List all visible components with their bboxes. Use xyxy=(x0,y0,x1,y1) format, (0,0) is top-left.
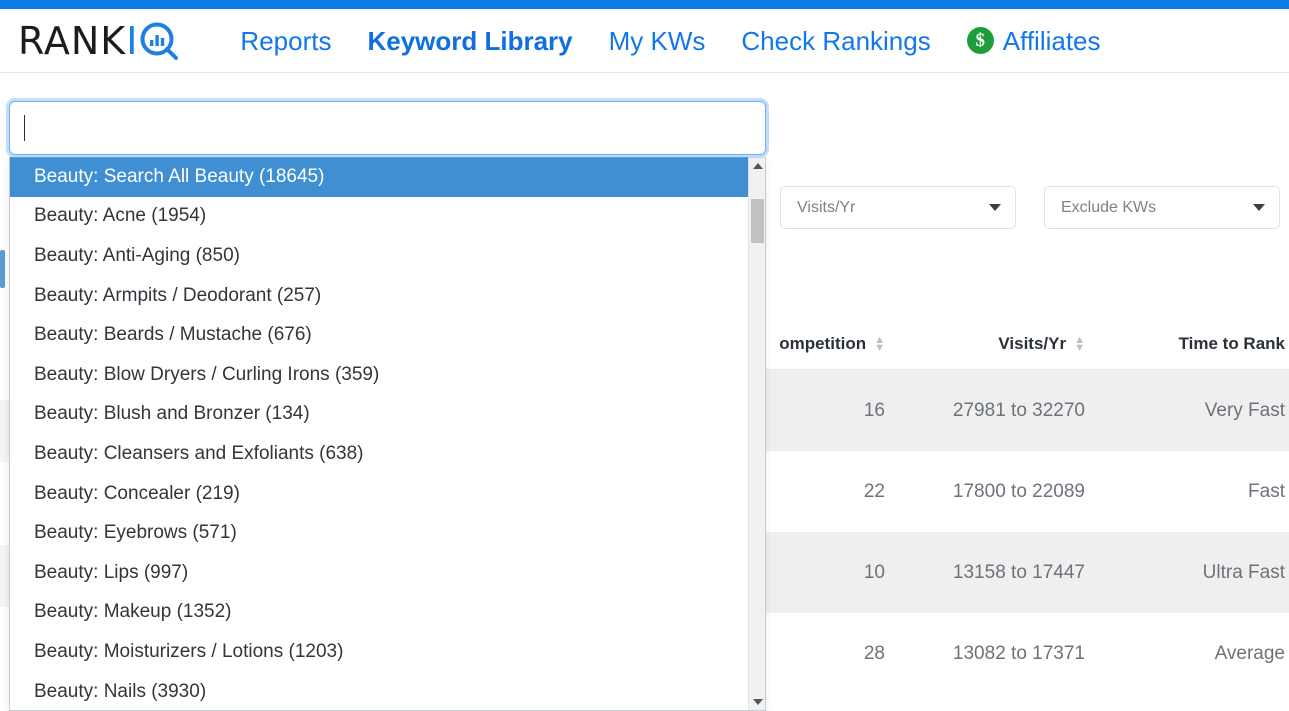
text-cursor xyxy=(24,115,25,141)
cell-time-to-rank: Ultra Fast xyxy=(1202,561,1285,583)
cell-visits: 13082 to 17371 xyxy=(952,642,1085,664)
top-accent-bar xyxy=(0,0,1289,9)
nav-item-my-kws[interactable]: My KWs xyxy=(609,28,706,54)
dropdown-item[interactable]: Beauty: Armpits / Deodorant (257) xyxy=(10,276,748,316)
logo-i-letter: I xyxy=(126,18,139,63)
table-row[interactable]: 28 13082 to 17371 Average xyxy=(695,613,1289,694)
cell-visits: 17800 to 22089 xyxy=(952,480,1085,502)
cell-time-to-rank: Fast xyxy=(1248,480,1285,502)
dropdown-item[interactable]: Beauty: Concealer (219) xyxy=(10,474,748,514)
cell-visits: 27981 to 32270 xyxy=(952,399,1085,421)
logo-q-magnifier-icon xyxy=(139,21,179,61)
nav-item-check-rankings[interactable]: Check Rankings xyxy=(741,28,930,54)
dropdown-item[interactable]: Beauty: Blush and Bronzer (134) xyxy=(10,395,748,435)
app-root: RANK I Reports Keyword Library My KWs Ch… xyxy=(0,0,1289,711)
category-dropdown-list[interactable]: Beauty: Search All Beauty (18645) Beauty… xyxy=(9,157,766,711)
cell-visits: 13158 to 17447 xyxy=(952,561,1085,583)
dropdown-item[interactable]: Beauty: Cleansers and Exfoliants (638) xyxy=(10,434,748,474)
dropdown-item[interactable]: Beauty: Blow Dryers / Curling Irons (359… xyxy=(10,355,748,395)
column-header-visits-label: Visits/Yr xyxy=(998,333,1067,353)
sort-toggle-icon[interactable]: ▲ ▼ xyxy=(874,334,885,353)
dropdown-item[interactable]: Beauty: Lips (997) xyxy=(10,553,748,593)
logo-rank-text: RANK xyxy=(18,18,127,63)
main-navbar: RANK I Reports Keyword Library My KWs Ch… xyxy=(0,9,1289,73)
scroll-down-arrow-icon[interactable] xyxy=(749,693,765,710)
dropdown-scrollbar[interactable] xyxy=(748,157,765,710)
chevron-down-icon xyxy=(1253,204,1265,211)
dropdown-item[interactable]: Beauty: Eyebrows (571) xyxy=(10,513,748,553)
dropdown-items: Beauty: Search All Beauty (18645) Beauty… xyxy=(10,157,748,710)
filter-visits-label: Visits/Yr xyxy=(797,198,856,216)
nav-item-keyword-library[interactable]: Keyword Library xyxy=(367,28,572,54)
keyword-category-search-box[interactable] xyxy=(9,101,766,155)
dropdown-item[interactable]: Beauty: Search All Beauty (18645) xyxy=(10,157,748,197)
keyword-results-table: ompetition ▲ ▼ Visits/Yr ▲ ▼ Time to Rank … xyxy=(695,318,1289,694)
table-row[interactable]: 16 27981 to 32270 Very Fast xyxy=(695,370,1289,451)
cell-time-to-rank: Average xyxy=(1214,642,1285,664)
background-accent-bar xyxy=(0,250,5,288)
chevron-down-icon xyxy=(989,204,1001,211)
column-header-time-to-rank[interactable]: Time to Rank xyxy=(1085,334,1289,354)
filter-exclude-kws[interactable]: Exclude KWs xyxy=(1044,186,1280,229)
dollar-circle-icon: $ xyxy=(966,27,994,54)
nav-item-affiliates-label[interactable]: Affiliates xyxy=(1003,28,1101,54)
rankiq-logo[interactable]: RANK I xyxy=(18,18,179,64)
table-row[interactable]: 10 13158 to 17447 Ultra Fast xyxy=(695,532,1289,613)
column-header-competition-label: ompetition xyxy=(779,333,867,353)
nav-item-reports[interactable]: Reports xyxy=(240,28,331,54)
nav-item-affiliates[interactable]: $ Affiliates xyxy=(966,27,1101,54)
dropdown-item[interactable]: Beauty: Moisturizers / Lotions (1203) xyxy=(10,632,748,672)
filter-controls: Visits/Yr Exclude KWs xyxy=(780,186,1289,229)
scrollbar-thumb[interactable] xyxy=(751,199,764,243)
cell-time-to-rank: Very Fast xyxy=(1204,399,1285,421)
dropdown-item[interactable]: Beauty: Acne (1954) xyxy=(10,197,748,237)
dropdown-item[interactable]: Beauty: Anti-Aging (850) xyxy=(10,236,748,276)
dropdown-item[interactable]: Beauty: Beards / Mustache (676) xyxy=(10,315,748,355)
table-header-row: ompetition ▲ ▼ Visits/Yr ▲ ▼ Time to Rank xyxy=(695,318,1289,370)
column-header-visits[interactable]: Visits/Yr ▲ ▼ xyxy=(885,334,1085,354)
sort-toggle-icon[interactable]: ▲ ▼ xyxy=(1074,334,1085,353)
scroll-up-arrow-icon[interactable] xyxy=(749,157,765,174)
filter-exclude-label: Exclude KWs xyxy=(1061,198,1157,216)
dropdown-item[interactable]: Beauty: Makeup (1352) xyxy=(10,593,748,633)
column-header-time-to-rank-label: Time to Rank xyxy=(1178,333,1285,353)
table-row[interactable]: 22 17800 to 22089 Fast xyxy=(695,451,1289,532)
nav-links: Reports Keyword Library My KWs Check Ran… xyxy=(240,27,1101,54)
filter-visits-per-year[interactable]: Visits/Yr xyxy=(780,186,1016,229)
dropdown-item[interactable]: Beauty: Nails (3930) xyxy=(10,672,748,710)
